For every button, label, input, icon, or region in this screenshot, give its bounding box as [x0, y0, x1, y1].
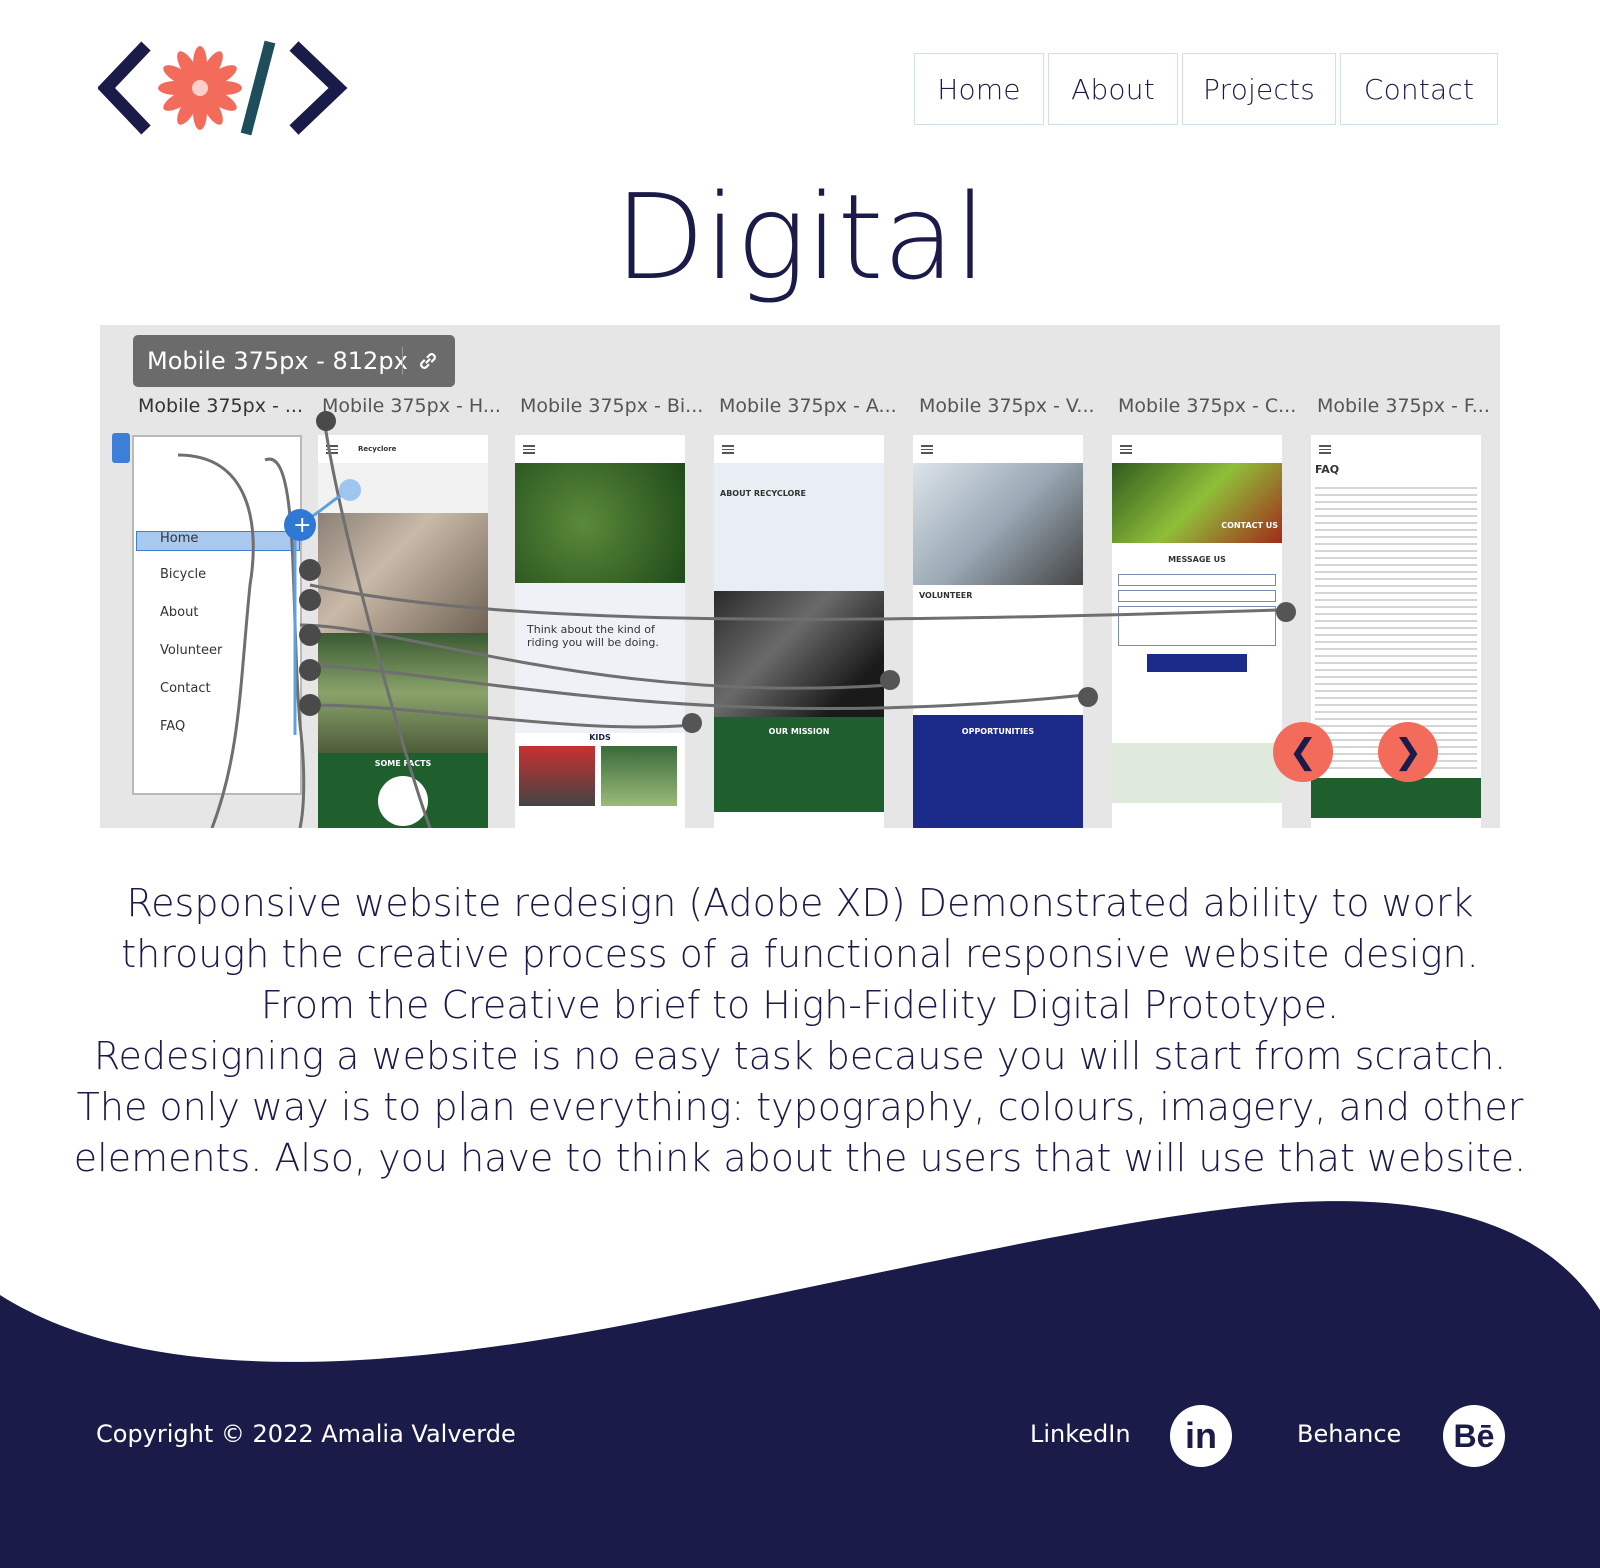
carousel-prev-button[interactable]: ❮	[1273, 722, 1333, 782]
behance-link[interactable]: Behance	[1297, 1420, 1401, 1448]
behance-icon[interactable]: Bē	[1443, 1405, 1505, 1467]
linkedin-icon[interactable]: in	[1170, 1405, 1232, 1467]
footer-background	[0, 1201, 1600, 1568]
flower-icon	[158, 46, 242, 130]
nav-about-link[interactable]: About	[1048, 53, 1178, 125]
copyright-text: Copyright © 2022 Amalia Valverde	[96, 1420, 516, 1448]
site-logo[interactable]	[98, 38, 354, 138]
description-line: through the creative process of a functi…	[121, 932, 1479, 976]
linkedin-link[interactable]: LinkedIn	[1030, 1420, 1131, 1448]
nav-projects-link[interactable]: Projects	[1182, 53, 1336, 125]
svg-text:+: +	[293, 513, 311, 538]
description-line: elements. Also, you have to think about …	[73, 1136, 1527, 1180]
carousel-next-button[interactable]: ❯	[1378, 722, 1438, 782]
description-line: Redesigning a website is no easy task be…	[93, 1034, 1507, 1078]
description-line: The only way is to plan everything: typo…	[76, 1085, 1524, 1129]
prototype-carousel: Mobile 375px - 812px Mobile 375px - ... …	[100, 325, 1500, 828]
main-nav: Home About Projects Contact	[914, 53, 1498, 125]
description-line: Responsive website redesign (Adobe XD) D…	[126, 881, 1474, 925]
description-line: From the Creative brief to High-Fidelity…	[260, 983, 1340, 1027]
nav-home-link[interactable]: Home	[914, 53, 1044, 125]
nav-contact-link[interactable]: Contact	[1340, 53, 1498, 125]
project-description: Responsive website redesign (Adobe XD) D…	[60, 878, 1540, 1184]
page-title: Digital	[614, 168, 987, 306]
